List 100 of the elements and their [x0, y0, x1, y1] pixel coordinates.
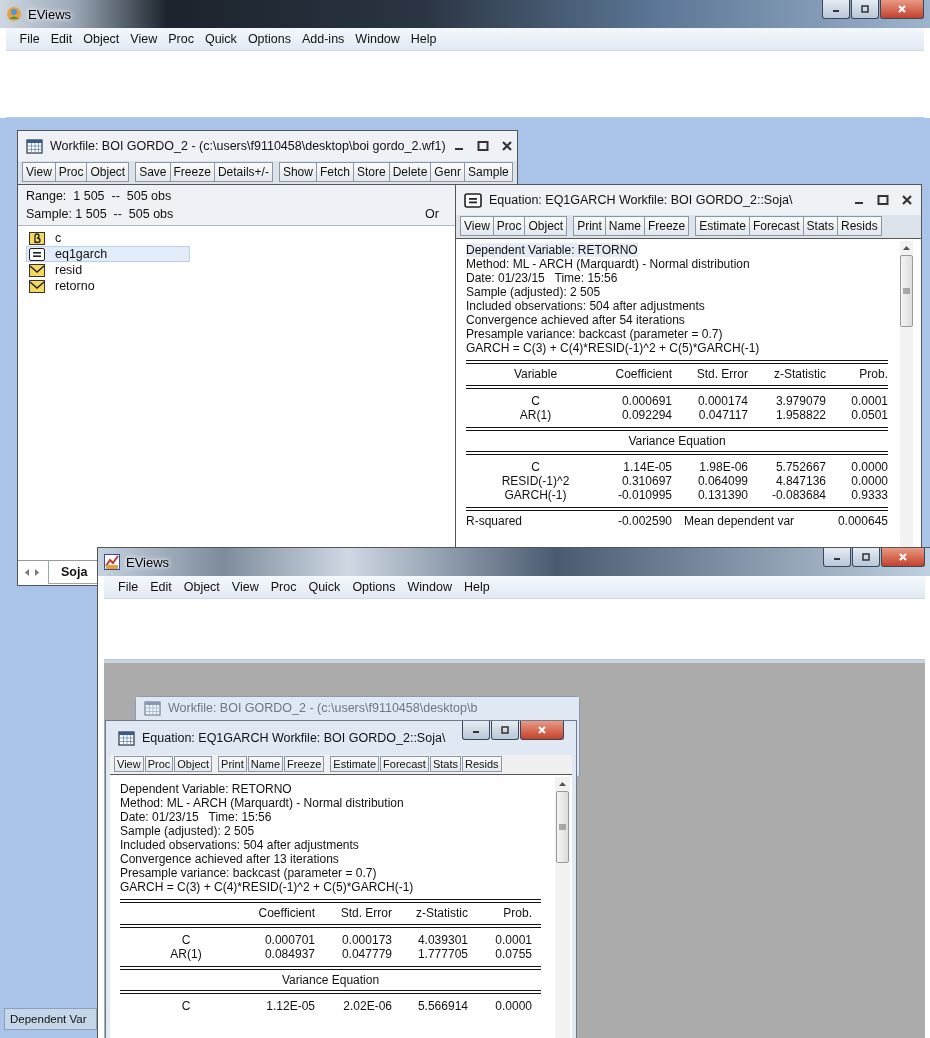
column-header: z-Statistic	[415, 906, 468, 920]
toolbar-button[interactable]: Proc	[55, 162, 88, 182]
toolbar-button[interactable]: View	[114, 756, 144, 772]
menu-item[interactable]: Object	[77, 30, 125, 48]
close-button[interactable]	[901, 194, 913, 206]
toolbar-button[interactable]: Print	[573, 216, 606, 236]
scroll-thumb[interactable]	[900, 255, 913, 327]
toolbar-button[interactable]: Name	[605, 216, 645, 236]
scrollbar[interactable]	[555, 777, 570, 1038]
menu-item[interactable]: Edit	[45, 30, 78, 48]
menu-item[interactable]: View	[225, 578, 265, 596]
table-cell-text: 2.02E-06	[342, 999, 392, 1013]
toolbar-button[interactable]: Fetch	[316, 162, 354, 182]
table-cell-text: C	[530, 394, 541, 408]
table-cell-text: 0.0755	[494, 947, 532, 961]
toolbar-button[interactable]: Save	[135, 162, 171, 182]
toolbar-button[interactable]: Store	[353, 162, 390, 182]
maximize-button[interactable]	[852, 548, 880, 567]
grip-icon	[903, 288, 910, 294]
toolbar-button[interactable]: View	[460, 216, 494, 236]
close-icon	[898, 552, 908, 562]
toolbar-button[interactable]: Delete	[389, 162, 432, 182]
table-icon	[26, 138, 43, 154]
toolbar-button[interactable]: Details+/-	[214, 162, 273, 182]
table-cell-text: -0.083684	[770, 488, 826, 502]
table-cell-text: 1.98E-06	[698, 460, 748, 474]
column-header: Prob.	[502, 906, 532, 920]
table-cell-text: 0.9333	[850, 488, 888, 502]
menu-item[interactable]: Proc	[264, 578, 303, 596]
menu-item[interactable]: Options	[242, 30, 297, 48]
toolbar-button[interactable]: View	[22, 162, 56, 182]
toolbar-button[interactable]: Name	[247, 756, 284, 772]
scrollbar[interactable]	[900, 241, 913, 547]
toolbar-button[interactable]: Forecast	[380, 756, 429, 772]
table-cell-text: AR(1)	[169, 947, 203, 961]
toolbar-button[interactable]: Print	[218, 756, 247, 772]
object-item[interactable]: eq1garch	[26, 246, 190, 262]
toolbar-button[interactable]: Proc	[144, 756, 174, 772]
toolbar-button[interactable]: Object	[525, 216, 568, 236]
app-icon	[104, 554, 120, 570]
series-icon	[29, 279, 45, 293]
table-cell-text: 0.0001	[494, 933, 532, 947]
table-cell-text: GARCH(-1)	[503, 488, 568, 502]
section-title: Variance Equation	[280, 972, 381, 989]
scroll-up-icon[interactable]	[902, 245, 911, 251]
menu-item[interactable]: Options	[346, 578, 402, 596]
table-cell-text: 4.039301	[416, 933, 468, 947]
menu-item[interactable]: Window	[401, 578, 458, 596]
scroll-up-icon[interactable]	[558, 781, 567, 787]
toolbar-button[interactable]: Freeze	[644, 216, 690, 236]
maximize-button[interactable]	[877, 194, 889, 206]
object-item[interactable]: retorno	[26, 278, 190, 294]
minimize-button[interactable]	[823, 548, 851, 567]
menu-item[interactable]: Quick	[199, 30, 243, 48]
toolbar-button[interactable]: Forecast	[749, 216, 804, 236]
menu-item[interactable]: Add-ins	[296, 30, 350, 48]
close-button[interactable]	[881, 548, 925, 567]
menu-item[interactable]: Help	[405, 30, 443, 48]
menu-item[interactable]: Object	[177, 578, 226, 596]
toolbar-button[interactable]: Genr	[431, 162, 466, 182]
tab-scroll-arrows[interactable]	[24, 568, 40, 577]
table-cell-text: R-squared	[466, 514, 524, 528]
toolbar-button[interactable]: Stats	[429, 756, 461, 772]
menu-item[interactable]: Proc	[162, 30, 200, 48]
toolbar-button[interactable]: Resids	[461, 756, 502, 772]
toolbar-button[interactable]: Freeze	[170, 162, 215, 182]
table-cell-text: 0.000701	[263, 933, 315, 947]
equation-icon	[29, 247, 45, 261]
toolbar-button[interactable]: Sample	[465, 162, 513, 182]
toolbar-button[interactable]: Object	[174, 756, 213, 772]
scroll-thumb[interactable]	[556, 791, 569, 863]
toolbar-button[interactable]: Show	[278, 162, 317, 182]
menu-item[interactable]: File	[14, 30, 46, 48]
toolbar-button[interactable]: Resids	[837, 216, 882, 236]
column-header: Prob.	[858, 367, 888, 381]
menu-item[interactable]: Quick	[302, 578, 347, 596]
close-button[interactable]	[520, 721, 564, 740]
menu-item[interactable]: View	[124, 30, 163, 48]
toolbar-button[interactable]: Stats	[803, 216, 838, 236]
table-cell-text: 0.000174	[696, 394, 748, 408]
table-cell-text: C	[530, 460, 541, 474]
toolbar-button[interactable]: Estimate	[695, 216, 750, 236]
menu-item[interactable]: Help	[457, 578, 496, 596]
maximize-button[interactable]	[491, 721, 519, 740]
toolbar-button[interactable]: Freeze	[284, 756, 325, 772]
minimize-button[interactable]	[822, 0, 850, 19]
menu-item[interactable]: Window	[349, 30, 406, 48]
menu-item[interactable]: File	[112, 578, 145, 596]
close-button[interactable]	[500, 140, 513, 152]
toolbar-button[interactable]: Estimate	[330, 756, 380, 772]
menu-item[interactable]: Edit	[144, 578, 178, 596]
object-item[interactable]: c	[26, 230, 190, 246]
close-button[interactable]	[880, 0, 924, 19]
object-item[interactable]: resid	[26, 262, 190, 278]
maximize-button[interactable]	[476, 140, 489, 152]
maximize-button[interactable]	[851, 0, 879, 19]
toolbar-button[interactable]: Proc	[493, 216, 526, 236]
toolbar-button[interactable]: Object	[87, 162, 130, 182]
minimize-button[interactable]	[462, 721, 490, 740]
table-cell-text: 5.752667	[774, 460, 826, 474]
